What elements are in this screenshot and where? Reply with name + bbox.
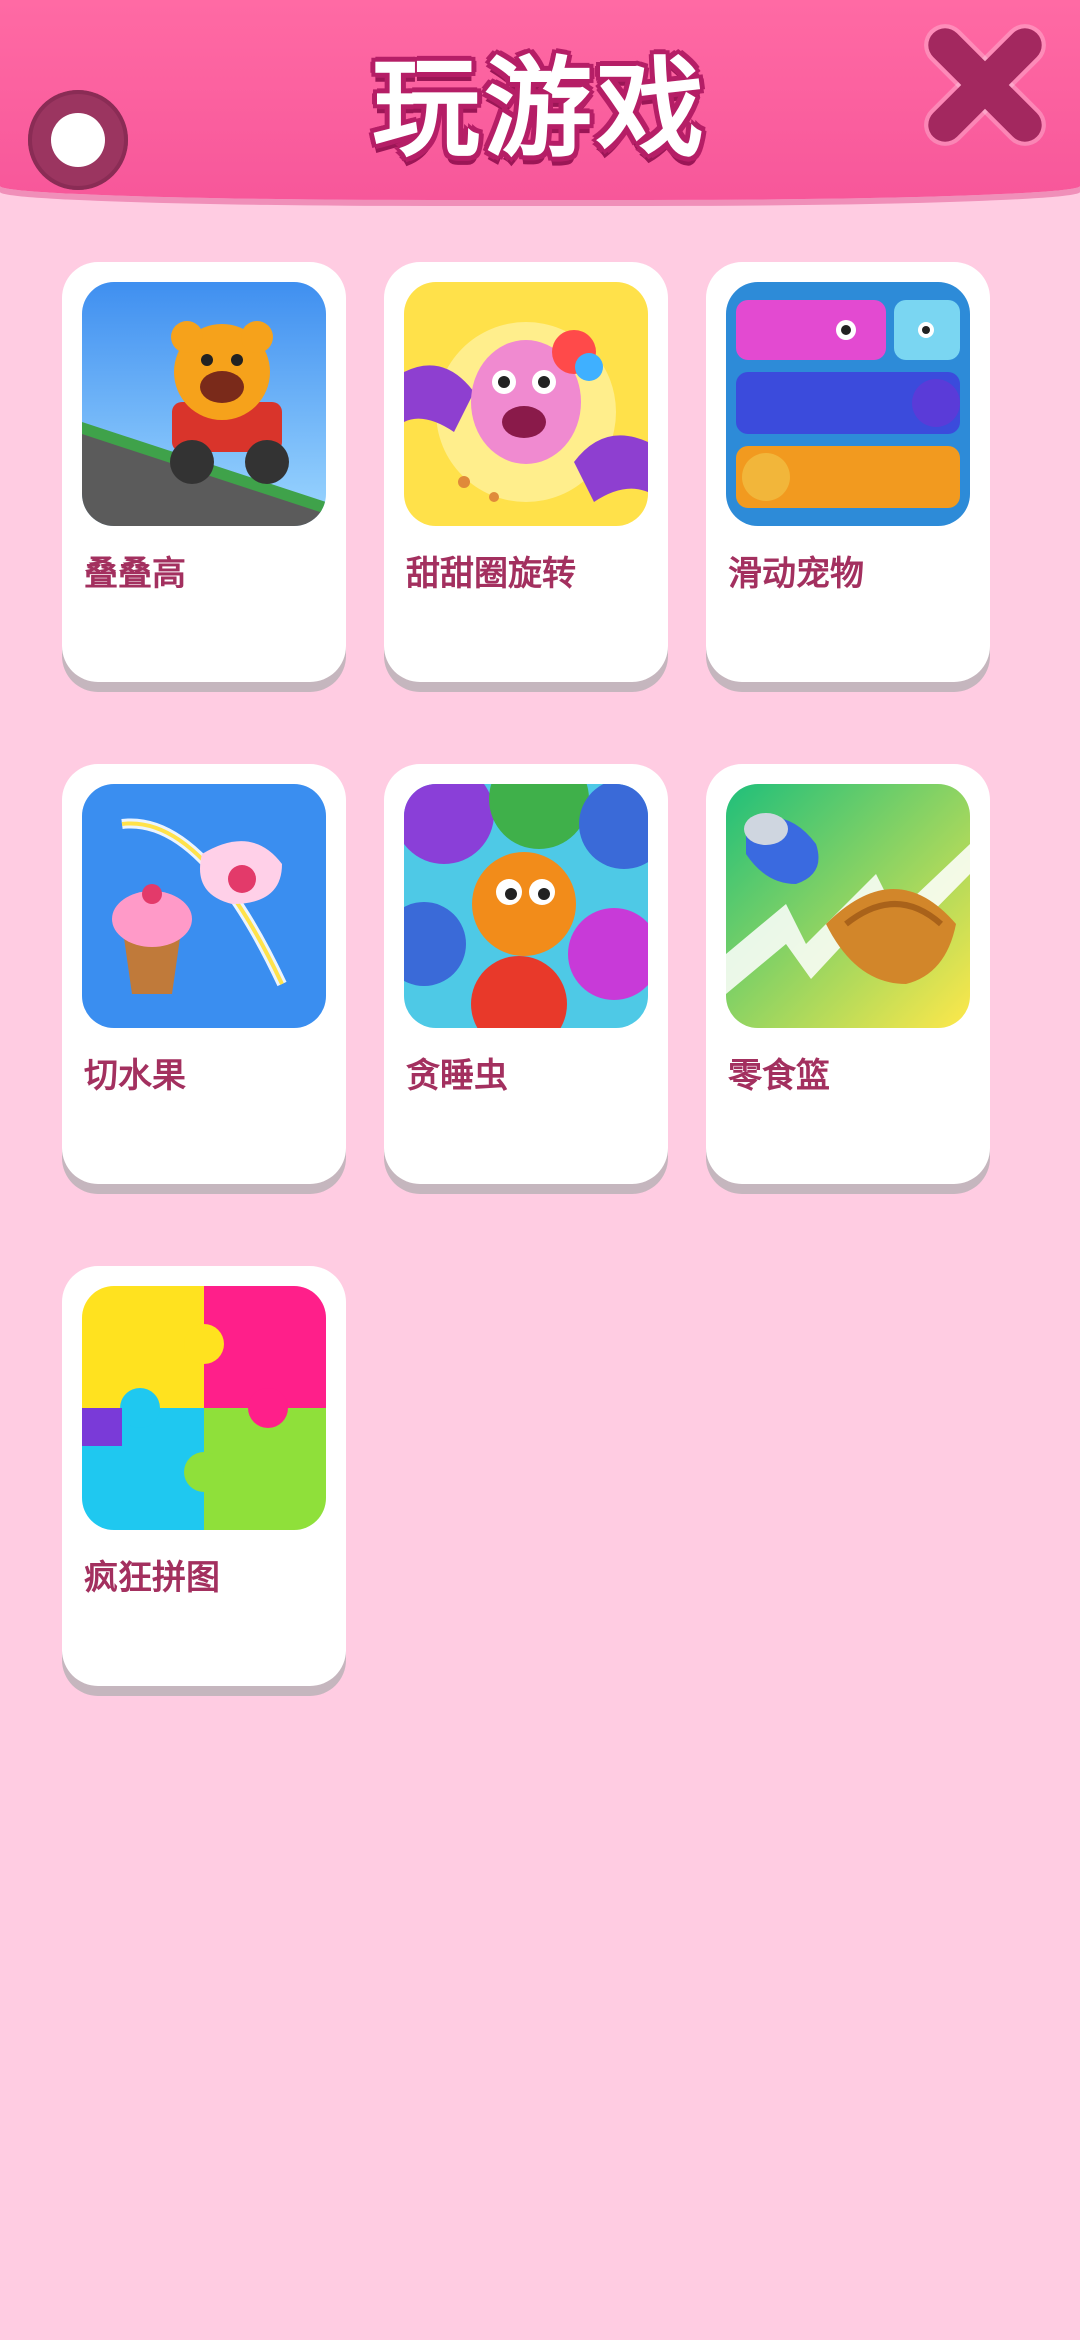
game-card-sliding-pets[interactable]: 滑动宠物 <box>706 262 990 682</box>
game-label: 零食篮 <box>728 1056 830 1096</box>
puzzle-pieces-icon <box>82 1286 326 1530</box>
snack-basket-icon <box>726 784 970 1028</box>
game-card-sleepy-bugs[interactable]: 贪睡虫 <box>384 764 668 1184</box>
game-card-cut-fruit[interactable]: 切水果 <box>62 764 346 1184</box>
pink-unicorn-icon <box>404 282 648 526</box>
cut-icecream-icon <box>82 784 326 1028</box>
game-label: 甜甜圈旋转 <box>406 554 576 594</box>
sliding-pets-icon <box>726 282 970 526</box>
game-label: 贪睡虫 <box>406 1056 508 1096</box>
game-label: 疯狂拼图 <box>84 1558 220 1598</box>
game-label: 切水果 <box>84 1056 186 1096</box>
toggle-icon[interactable] <box>28 90 128 190</box>
toggle-knob <box>51 113 105 167</box>
game-card-stack[interactable]: 叠叠高 <box>62 262 346 682</box>
page-title: 玩游戏 <box>371 47 708 172</box>
header-bar: 玩游戏 <box>0 0 1080 200</box>
game-label: 滑动宠物 <box>728 554 864 594</box>
close-icon[interactable] <box>922 22 1048 148</box>
kart-hamster-icon <box>82 282 326 526</box>
game-label: 叠叠高 <box>84 554 186 594</box>
game-card-donut-spin[interactable]: 甜甜圈旋转 <box>384 262 668 682</box>
sleepy-bugs-icon <box>404 784 648 1028</box>
game-card-snack-basket[interactable]: 零食篮 <box>706 764 990 1184</box>
game-card-crazy-puzzle[interactable]: 疯狂拼图 <box>62 1266 346 1686</box>
